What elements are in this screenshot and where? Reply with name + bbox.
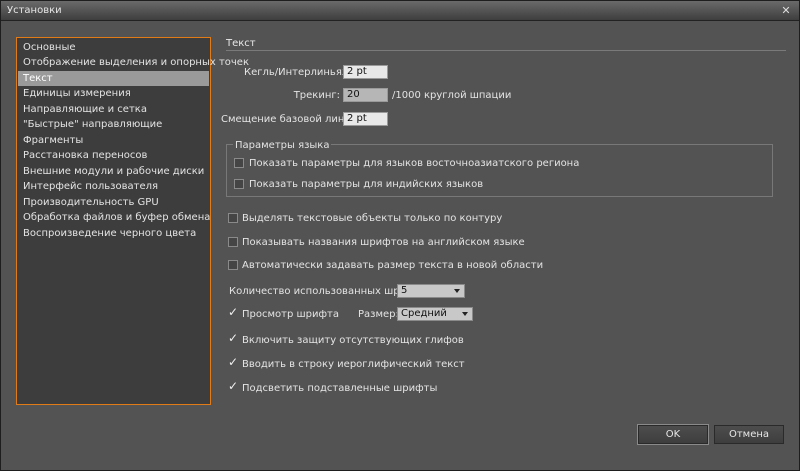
preview-size-label: Размер: xyxy=(358,309,399,320)
baseline-shift-label: Смещение базовой линии: xyxy=(221,114,361,125)
missing-glyph-label: Включить защиту отсутствующих глифов xyxy=(242,335,464,346)
tracking-label: Трекинг: xyxy=(293,90,340,101)
sidebar-item-gpu-performance[interactable]: Производительность GPU xyxy=(18,195,209,210)
sidebar-item-units[interactable]: Единицы измерения xyxy=(18,86,209,101)
preferences-dialog: Установки ✕ Основные Отображение выделен… xyxy=(0,0,800,471)
baseline-shift-input[interactable]: 2 pt xyxy=(343,112,388,126)
east-asian-label: Показать параметры для языков восточноаз… xyxy=(249,158,580,169)
inline-input-checkbox[interactable] xyxy=(228,355,238,369)
auto-size-checkbox[interactable] xyxy=(228,260,238,270)
indic-checkbox[interactable] xyxy=(234,179,244,189)
tracking-suffix: /1000 круглой шпации xyxy=(392,90,512,101)
inline-input-label: Вводить в строку иероглифический текст xyxy=(242,359,465,370)
cancel-button[interactable]: Отмена xyxy=(714,425,784,444)
select-outline-checkbox[interactable] xyxy=(228,213,238,223)
highlight-substituted-label: Подсветить подставленные шрифты xyxy=(242,383,438,394)
size-leading-label: Кегль/Интерлиньяж: xyxy=(244,67,355,78)
english-names-checkbox[interactable] xyxy=(228,237,238,247)
highlight-substituted-checkbox[interactable] xyxy=(228,379,238,393)
section-divider xyxy=(226,50,786,51)
font-preview-label: Просмотр шрифта xyxy=(242,309,339,320)
section-title: Текст xyxy=(226,38,256,49)
preview-size-value: Средний xyxy=(401,308,447,319)
recent-fonts-value: 5 xyxy=(401,285,408,296)
english-names-label: Показывать названия шрифтов на английско… xyxy=(242,237,525,248)
sidebar-item-hyphenation[interactable]: Расстановка переносов xyxy=(18,148,209,163)
sidebar-item-general[interactable]: Основные xyxy=(18,40,209,55)
chevron-down-icon xyxy=(454,289,460,293)
sidebar-item-user-interface[interactable]: Интерфейс пользователя xyxy=(18,179,209,194)
ok-button[interactable]: OK xyxy=(637,424,709,445)
indic-label: Показать параметры для индийских языков xyxy=(249,179,484,190)
language-options-title: Параметры языка xyxy=(233,140,332,151)
sidebar-item-file-handling-clipboard[interactable]: Обработка файлов и буфер обмена xyxy=(18,210,210,225)
select-outline-label: Выделять текстовые объекты только по кон… xyxy=(242,213,503,224)
east-asian-checkbox[interactable] xyxy=(234,158,244,168)
sidebar-item-guides-grid[interactable]: Направляющие и сетка xyxy=(18,102,209,117)
auto-size-label: Автоматически задавать размер текста в н… xyxy=(242,260,544,271)
sidebar-item-slices[interactable]: Фрагменты xyxy=(18,133,209,148)
preview-size-select[interactable]: Средний xyxy=(397,307,473,321)
sidebar-item-selection-anchor-display[interactable]: Отображение выделения и опорных точек xyxy=(18,55,249,70)
font-preview-checkbox[interactable] xyxy=(228,305,238,319)
recent-fonts-select[interactable]: 5 xyxy=(397,284,465,298)
sidebar-item-smart-guides[interactable]: "Быстрые" направляющие xyxy=(18,117,209,132)
window-title: Установки xyxy=(7,5,62,16)
title-bar[interactable]: Установки ✕ xyxy=(1,1,799,21)
close-icon[interactable]: ✕ xyxy=(779,4,793,18)
sidebar-item-plugins-scratch-disks[interactable]: Внешние модули и рабочие диски xyxy=(18,164,209,179)
category-list: Основные Отображение выделения и опорных… xyxy=(16,37,249,405)
size-leading-input[interactable]: 2 pt xyxy=(343,65,388,79)
chevron-down-icon xyxy=(462,312,468,316)
sidebar-item-black-appearance[interactable]: Воспроизведение черного цвета xyxy=(18,226,209,241)
sidebar-item-type[interactable]: Текст xyxy=(18,71,209,86)
missing-glyph-checkbox[interactable] xyxy=(228,331,238,345)
tracking-input[interactable]: 20 xyxy=(343,88,388,102)
